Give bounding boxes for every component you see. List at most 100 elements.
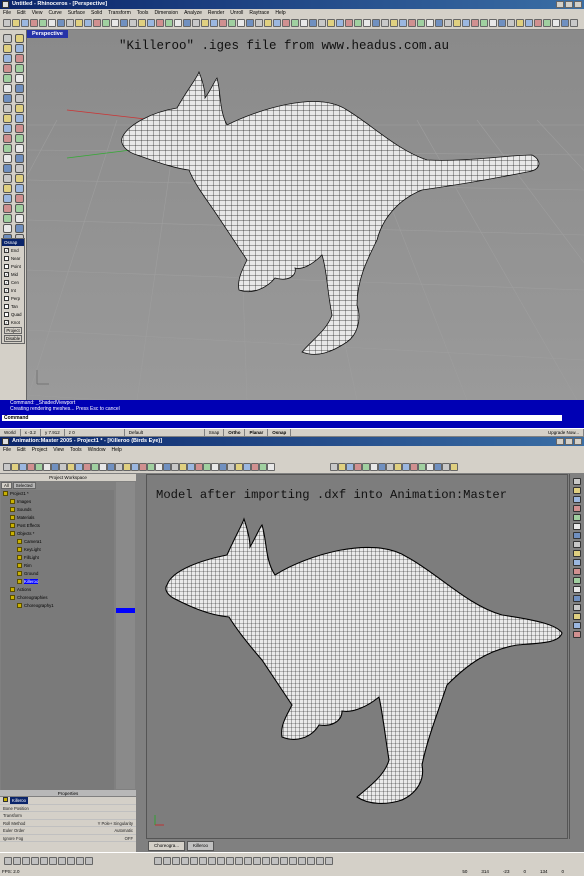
rhino-tool-icon[interactable] <box>453 19 461 27</box>
am-tool-icon[interactable] <box>203 463 211 471</box>
rhino-perspective-viewport[interactable]: Perspective "Killeroo" .iges file from w… <box>27 30 584 400</box>
rhino-tool-icon[interactable] <box>120 19 128 27</box>
am-tool-icon[interactable] <box>235 463 243 471</box>
rhino-tool-icon[interactable] <box>390 19 398 27</box>
am-side-tool-icon[interactable] <box>573 514 581 521</box>
rhino-tool-icon[interactable] <box>201 19 209 27</box>
am-tool-icon[interactable] <box>330 463 338 471</box>
rhino-tool-icon[interactable] <box>489 19 497 27</box>
rhino-tool-icon[interactable] <box>426 19 434 27</box>
rhino-tool-icon[interactable] <box>471 19 479 27</box>
rhino-tool-icon[interactable] <box>48 19 56 27</box>
am-tool-icon[interactable] <box>11 463 19 471</box>
am-playback-icon[interactable] <box>154 857 162 865</box>
am-tool-icon[interactable] <box>91 463 99 471</box>
osnap-checkbox[interactable] <box>4 255 9 261</box>
rhino-tool-icon[interactable] <box>264 19 272 27</box>
rhino-side-tool-icon[interactable] <box>15 104 24 113</box>
rhino-side-tool-icon[interactable] <box>15 44 24 53</box>
doc-tab-killeroo[interactable]: Killeroo <box>187 840 215 851</box>
am-tool-icon[interactable] <box>434 463 442 471</box>
am-tool-icon[interactable] <box>354 463 362 471</box>
rhino-tool-icon[interactable] <box>174 19 182 27</box>
property-row[interactable]: Bone Position <box>0 805 136 812</box>
rhino-menu-file[interactable]: File <box>3 9 11 17</box>
am-side-tool-icon[interactable] <box>573 604 581 611</box>
rhino-tool-icon[interactable] <box>30 19 38 27</box>
rhino-tool-icon[interactable] <box>363 19 371 27</box>
am-tool-icon[interactable] <box>67 463 75 471</box>
am-playback-icon[interactable] <box>226 857 234 865</box>
rhino-side-tool-icon[interactable] <box>3 214 12 223</box>
rhino-tool-icon[interactable] <box>561 19 569 27</box>
am-playback-icon[interactable] <box>67 857 75 865</box>
am-playback-icon[interactable] <box>181 857 189 865</box>
status-planar-toggle[interactable]: Planar <box>245 429 269 436</box>
am-menu-view[interactable]: View <box>53 446 64 455</box>
am-tool-icon[interactable] <box>227 463 235 471</box>
rhino-side-tool-icon[interactable] <box>15 204 24 213</box>
am-tool-icon[interactable] <box>243 463 251 471</box>
rhino-side-tool-icon[interactable] <box>3 224 12 233</box>
property-row[interactable]: Transform <box>0 812 136 820</box>
am-tool-icon[interactable] <box>147 463 155 471</box>
maximize-button[interactable] <box>565 1 573 8</box>
am-tool-icon[interactable] <box>59 463 67 471</box>
rhino-tool-icon[interactable] <box>300 19 308 27</box>
rhino-tool-icon[interactable] <box>543 19 551 27</box>
tree-item[interactable]: Ground <box>1 570 114 578</box>
tree-item[interactable]: Choreography1 <box>1 602 114 610</box>
am-side-tool-icon[interactable] <box>573 550 581 557</box>
am-playback-icon[interactable] <box>172 857 180 865</box>
rhino-menu-surface[interactable]: Surface <box>68 9 85 17</box>
rhino-side-tool-icon[interactable] <box>15 224 24 233</box>
rhino-side-tool-icon[interactable] <box>3 114 12 123</box>
rhino-tool-icon[interactable] <box>111 19 119 27</box>
am-tool-icon[interactable] <box>259 463 267 471</box>
osnap-checkbox[interactable] <box>4 303 9 309</box>
rhino-tool-icon[interactable] <box>381 19 389 27</box>
rhino-tool-icon[interactable] <box>21 19 29 27</box>
am-maximize-button[interactable] <box>565 438 573 445</box>
am-playback-icon[interactable] <box>85 857 93 865</box>
am-menu-project[interactable]: Project <box>32 446 48 455</box>
osnap-checkbox[interactable] <box>4 263 9 269</box>
am-tool-icon[interactable] <box>211 463 219 471</box>
osnap-disable-button[interactable]: Disable <box>4 335 22 342</box>
am-tool-icon[interactable] <box>35 463 43 471</box>
am-playback-icon[interactable] <box>271 857 279 865</box>
rhino-side-tool-icon[interactable] <box>3 94 12 103</box>
am-menu-file[interactable]: File <box>3 446 11 455</box>
am-tool-icon[interactable] <box>251 463 259 471</box>
am-tool-icon[interactable] <box>410 463 418 471</box>
rhino-side-tool-icon[interactable] <box>15 134 24 143</box>
rhino-side-tool-icon[interactable] <box>3 34 12 43</box>
rhino-tool-icon[interactable] <box>435 19 443 27</box>
am-tool-icon[interactable] <box>338 463 346 471</box>
rhino-menu-solid[interactable]: Solid <box>91 9 102 17</box>
rhino-tool-icon[interactable] <box>255 19 263 27</box>
rhino-side-tool-icon[interactable] <box>3 184 12 193</box>
tree-item[interactable]: Camera1 <box>1 538 114 546</box>
am-side-tool-icon[interactable] <box>573 595 581 602</box>
rhino-menu-render[interactable]: Render <box>208 9 224 17</box>
am-playback-icon[interactable] <box>190 857 198 865</box>
rhino-menu-edit[interactable]: Edit <box>17 9 26 17</box>
status-osnap-toggle[interactable]: Osnap <box>268 429 292 436</box>
am-tool-icon[interactable] <box>370 463 378 471</box>
am-playback-icon[interactable] <box>253 857 261 865</box>
am-playback-icon[interactable] <box>58 857 66 865</box>
status-ortho-toggle[interactable]: Ortho <box>224 429 246 436</box>
tree-item[interactable]: KeyLight <box>1 546 114 554</box>
am-playback-icon[interactable] <box>316 857 324 865</box>
rhino-tool-icon[interactable] <box>516 19 524 27</box>
am-tool-icon[interactable] <box>362 463 370 471</box>
am-tool-icon[interactable] <box>43 463 51 471</box>
doc-tab-choreography[interactable]: Choreogra... <box>148 840 186 851</box>
am-playback-icon[interactable] <box>76 857 84 865</box>
rhino-side-tool-icon[interactable] <box>15 34 24 43</box>
tree-item[interactable]: Post Effects <box>1 522 114 530</box>
rhino-tool-icon[interactable] <box>354 19 362 27</box>
am-menu-edit[interactable]: Edit <box>17 446 26 455</box>
am-playback-icon[interactable] <box>244 857 252 865</box>
